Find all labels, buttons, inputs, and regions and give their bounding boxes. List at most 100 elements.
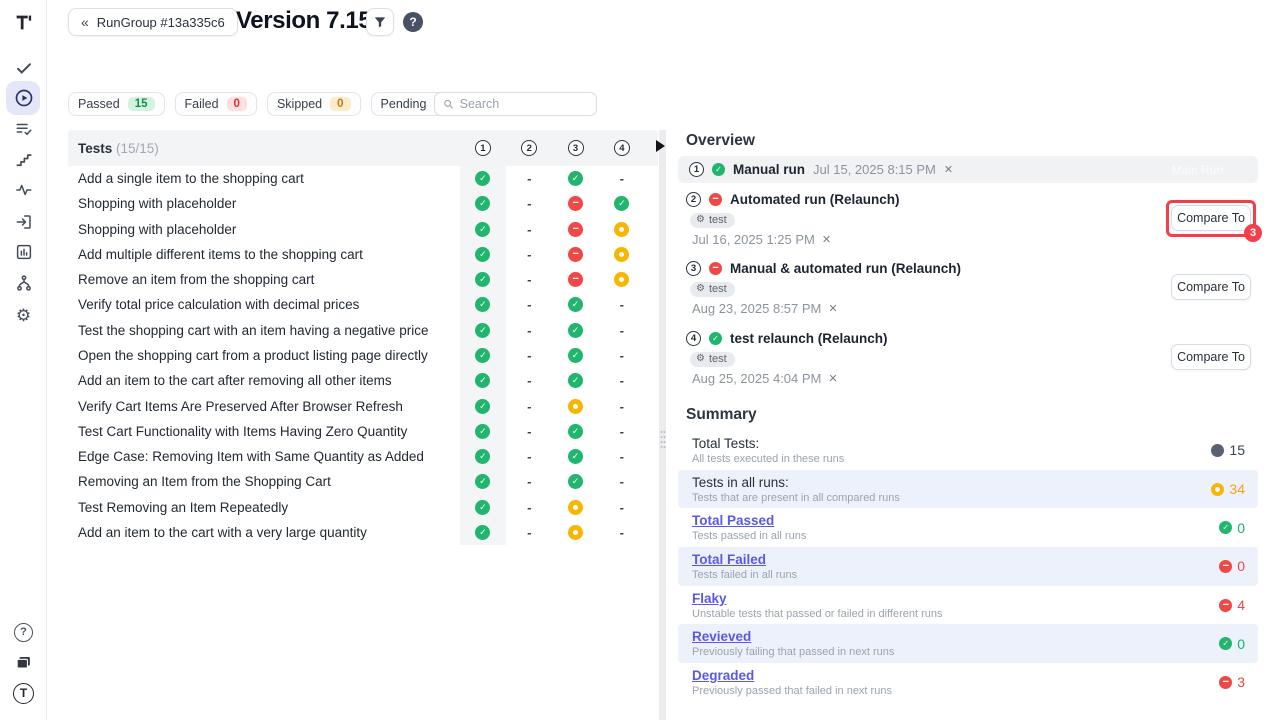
run-row-main[interactable]: 1 Manual run Jul 15, 2025 8:15 PM ✕ Main… [678, 156, 1258, 183]
table-row[interactable]: Test Cart Functionality with Items Havin… [68, 419, 658, 444]
circled-number-icon: 4 [686, 331, 701, 346]
table-row[interactable]: Edge Case: Removing Item with Same Quant… [68, 444, 658, 469]
table-row[interactable]: Verify Cart Items Are Preserved After Br… [68, 393, 658, 418]
run-column-header[interactable]: 2 [506, 140, 552, 156]
filter-chip-count: 0 [227, 97, 247, 111]
status-cell-2 [506, 292, 552, 317]
tests-table-body: Add a single item to the shopping cart S… [68, 166, 658, 545]
table-row[interactable]: Removing an Item from the Shopping Cart [68, 469, 658, 494]
remove-run-icon[interactable]: ✕ [828, 372, 837, 385]
chart-icon[interactable] [0, 239, 47, 265]
status-icon [522, 474, 537, 489]
status-cell-1 [460, 368, 506, 393]
splitter-grip-handle[interactable] [659, 429, 666, 451]
summary-title[interactable]: Total Failed [692, 552, 766, 567]
filter-button[interactable] [366, 8, 394, 36]
status-icon [568, 297, 583, 312]
run-date: Jul 16, 2025 1:25 PM [692, 232, 815, 247]
remove-run-icon[interactable]: ✕ [822, 233, 831, 246]
table-row[interactable]: Add an item to the cart after removing a… [68, 368, 658, 393]
help-circle-icon[interactable]: ? [0, 619, 47, 645]
steps-icon[interactable] [0, 147, 47, 173]
run-block: 3 Manual & automated run (Relaunch) ⚙ te… [678, 259, 1258, 321]
status-cell-2 [506, 318, 552, 343]
filter-chip[interactable]: Skipped 0 [267, 92, 361, 116]
compare-to-button[interactable]: Compare To [1171, 205, 1251, 231]
run-date: Jul 15, 2025 8:15 PM [813, 162, 936, 177]
table-row[interactable]: Add an item to the cart with a very larg… [68, 520, 658, 545]
run-name: test relaunch (Relaunch) [730, 331, 888, 346]
run-tag[interactable]: ⚙ test [690, 282, 735, 297]
status-icon [568, 222, 583, 237]
summary-rows: Total Tests: All tests executed in these… [678, 431, 1258, 702]
table-row[interactable]: Shopping with placeholder [68, 217, 658, 242]
filter-chip[interactable]: Passed 15 [68, 92, 165, 116]
status-cell-4 [599, 469, 645, 494]
run-tag[interactable]: ⚙ test [690, 352, 735, 367]
status-icon [614, 272, 629, 287]
summary-title[interactable]: Degraded [692, 668, 754, 683]
gear-icon: ⚙ [696, 353, 705, 364]
run-name: Automated run (Relaunch) [730, 192, 900, 207]
table-row[interactable]: Remove an item from the shopping cart [68, 267, 658, 292]
table-row[interactable]: Add a single item to the shopping cart [68, 166, 658, 191]
status-cell-4 [599, 444, 645, 469]
table-row[interactable]: Test Removing an Item Repeatedly [68, 494, 658, 519]
summary-heading: Summary [686, 406, 757, 424]
run-status-icon [712, 163, 725, 176]
summary-row: Degraded Previously passed that failed i… [678, 663, 1258, 702]
back-to-rungroup-button[interactable]: « RunGroup #13a335c6 [68, 8, 238, 36]
remove-run-icon[interactable]: ✕ [828, 302, 837, 315]
table-row[interactable]: Verify total price calculation with deci… [68, 292, 658, 317]
status-cell-1 [460, 166, 506, 191]
branch-icon[interactable] [0, 270, 47, 296]
app-logo-icon[interactable] [0, 9, 47, 35]
summary-title[interactable]: Flaky [692, 591, 727, 606]
tests-check-icon[interactable] [0, 55, 47, 81]
status-icon [568, 196, 583, 211]
circled-number-icon: 1 [475, 140, 491, 156]
runs-play-icon[interactable] [0, 85, 47, 111]
summary-subtitle: Unstable tests that passed or failed in … [692, 608, 1258, 620]
list-check-icon[interactable] [0, 116, 47, 142]
summary-status-icon [1219, 676, 1232, 689]
import-icon[interactable] [0, 209, 47, 235]
status-cell-4 [599, 494, 645, 519]
folders-icon[interactable] [0, 649, 47, 675]
collapse-panel-arrow-icon[interactable] [656, 140, 665, 152]
filter-chip[interactable]: Failed 0 [175, 92, 257, 116]
search-box [434, 92, 597, 116]
table-row[interactable]: Test the shopping cart with an item havi… [68, 318, 658, 343]
status-icon [614, 449, 629, 464]
page-title: Version 7.15 [236, 7, 371, 35]
run-column-header[interactable]: 4 [599, 140, 645, 156]
summary-title[interactable]: Revieved [692, 629, 751, 644]
status-cell-3 [552, 166, 598, 191]
run-column-header[interactable]: 1 [460, 140, 506, 156]
settings-gear-icon[interactable]: ⚙ [0, 302, 47, 328]
compare-to-button[interactable]: Compare To [1171, 344, 1251, 370]
app-root: ⚙ ? T « RunGroup #13a335c6 Version 7.15 … [0, 0, 1280, 720]
help-button[interactable]: ? [403, 12, 423, 32]
filter-chip-label: Pending [381, 97, 427, 111]
run-column-header[interactable]: 3 [552, 140, 598, 156]
account-logo-icon[interactable]: T [0, 680, 47, 706]
status-icon [522, 247, 537, 262]
test-name: Remove an item from the shopping cart [68, 267, 460, 292]
status-icon [475, 272, 490, 287]
panel-splitter[interactable] [659, 130, 666, 720]
remove-run-icon[interactable]: ✕ [944, 163, 953, 176]
pulse-icon[interactable] [0, 177, 47, 203]
table-row[interactable]: Open the shopping cart from a product li… [68, 343, 658, 368]
table-row[interactable]: Add multiple different items to the shop… [68, 242, 658, 267]
run-date: Aug 23, 2025 8:57 PM [692, 301, 821, 316]
run-tag[interactable]: ⚙ test [690, 213, 735, 228]
status-cell-1 [460, 267, 506, 292]
table-row[interactable]: Shopping with placeholder [68, 191, 658, 216]
summary-title[interactable]: Total Passed [692, 513, 774, 528]
status-filter-chips: Passed 15 Failed 0 Skipped 0 Pending 0 [68, 92, 465, 116]
compare-to-button[interactable]: Compare To [1171, 274, 1251, 300]
test-name: Edge Case: Removing Item with Same Quant… [68, 444, 460, 469]
status-icon [568, 272, 583, 287]
search-input[interactable] [460, 97, 588, 111]
